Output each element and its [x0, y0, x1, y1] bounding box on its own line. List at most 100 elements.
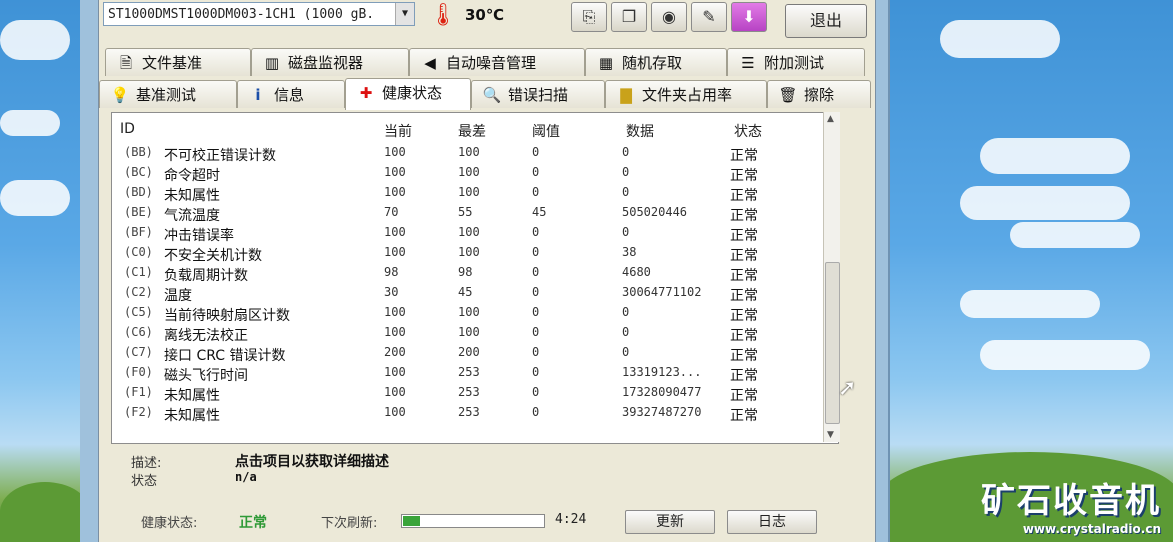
table-row[interactable]: (BF) 冲击错误率 100 100 0 0 正常: [112, 225, 812, 245]
folder-icon: ▇: [620, 86, 632, 104]
attr-id: (BC): [124, 165, 153, 179]
watermark: 矿石收音机 www.crystalradio.cn: [981, 473, 1161, 536]
attr-status: 正常: [730, 348, 758, 364]
next-refresh-label: 下次刷新:: [321, 516, 378, 531]
attr-data: 13319123...: [622, 365, 702, 379]
attr-threshold: 45: [532, 205, 547, 219]
attr-status: 正常: [730, 268, 758, 284]
attr-worst: 55: [458, 205, 473, 219]
attr-status: 正常: [730, 388, 758, 404]
attr-data: 17328090477: [622, 385, 702, 399]
table-row[interactable]: (C0) 不安全关机计数 100 100 0 38 正常: [112, 245, 812, 265]
options-icon[interactable]: ✎: [691, 2, 727, 32]
attr-id: (F1): [124, 385, 153, 399]
attr-status: 正常: [730, 228, 758, 244]
camera-icon[interactable]: ◉: [651, 2, 687, 32]
table-row[interactable]: (C7) 接口 CRC 错误计数 200 200 0 0 正常: [112, 345, 812, 365]
attr-current: 100: [384, 305, 406, 319]
table-row[interactable]: (BD) 未知属性 100 100 0 0 正常: [112, 185, 812, 205]
tab-benchmark[interactable]: 💡 基准测试: [99, 80, 237, 108]
attr-current: 30: [384, 285, 399, 299]
copy-all-icon[interactable]: ❐: [611, 2, 647, 32]
table-row[interactable]: (F0) 磁头飞行时间 100 253 0 13319123... 正常: [112, 365, 812, 385]
attr-data: 0: [622, 225, 630, 239]
attr-name: 不可校正错误计数: [164, 148, 276, 164]
attr-threshold: 0: [532, 325, 540, 339]
attr-worst: 253: [458, 365, 480, 379]
attr-status: 正常: [730, 408, 758, 424]
copy-icon[interactable]: ⎘: [571, 2, 607, 32]
table-row[interactable]: (C6) 离线无法校正 100 100 0 0 正常: [112, 325, 812, 345]
attr-threshold: 0: [532, 165, 540, 179]
attr-name: 接口 CRC 错误计数: [164, 348, 286, 364]
attr-name: 气流温度: [164, 208, 220, 224]
column-header-id[interactable]: ID: [120, 121, 135, 137]
column-header-threshold[interactable]: 阈值: [532, 121, 560, 141]
tab-disk-monitor[interactable]: ▥ 磁盘监视器: [251, 48, 409, 76]
drive-select[interactable]: ST1000DMST1000DM003-1CH1 (1000 gB. ▼: [103, 2, 415, 26]
attr-threshold: 0: [532, 405, 540, 419]
tab-health[interactable]: ✚ 健康状态: [345, 78, 471, 110]
log-button[interactable]: 日志: [727, 510, 817, 534]
column-header-data[interactable]: 数据: [626, 121, 654, 141]
tab-label: 附加测试: [764, 54, 825, 72]
attr-current: 98: [384, 265, 399, 279]
attr-id: (BF): [124, 225, 153, 239]
cloud: [980, 138, 1130, 174]
speaker-icon: ◀: [424, 54, 436, 72]
table-row[interactable]: (C2) 温度 30 45 0 30064771102 正常: [112, 285, 812, 305]
download-icon[interactable]: ⬇: [731, 2, 767, 32]
attr-worst: 100: [458, 305, 480, 319]
chevron-down-icon[interactable]: ▼: [395, 3, 414, 25]
attr-current: 100: [384, 245, 406, 259]
column-header-worst[interactable]: 最差: [458, 121, 486, 141]
attr-worst: 200: [458, 345, 480, 359]
cloud: [980, 340, 1150, 370]
attr-threshold: 0: [532, 145, 540, 159]
tab-error-scan[interactable]: 🔍 错误扫描: [471, 80, 605, 108]
attr-current: 100: [384, 325, 406, 339]
tab-erase[interactable]: 🗑 擦除: [767, 80, 871, 108]
column-header-current[interactable]: 当前: [384, 121, 412, 141]
tab-folder-usage[interactable]: ▇ 文件夹占用率: [605, 80, 767, 108]
scroll-up-icon[interactable]: ▲: [827, 114, 834, 124]
temperature-readout: 30℃: [465, 6, 505, 24]
tab-file-benchmark[interactable]: 🗎 文件基准: [105, 48, 251, 76]
table-row[interactable]: (C5) 当前待映射扇区计数 100 100 0 0 正常: [112, 305, 812, 325]
mouse-cursor-icon: ➚: [838, 376, 857, 401]
table-row[interactable]: (BC) 命令超时 100 100 0 0 正常: [112, 165, 812, 185]
attr-current: 70: [384, 205, 399, 219]
status-label: 状态: [131, 474, 158, 489]
tab-random-access[interactable]: ▦ 随机存取: [585, 48, 727, 76]
attr-threshold: 0: [532, 185, 540, 199]
magnifier-icon: 🔍: [482, 86, 502, 104]
table-row[interactable]: (C1) 负载周期计数 98 98 0 4680 正常: [112, 265, 812, 285]
tab-aam[interactable]: ◀ 自动噪音管理: [409, 48, 585, 76]
attr-data: 0: [622, 165, 630, 179]
info-icon: i: [255, 86, 261, 104]
attr-data: 0: [622, 145, 630, 159]
table-row[interactable]: (BB) 不可校正错误计数 100 100 0 0 正常: [112, 145, 812, 165]
attr-name: 负载周期计数: [164, 268, 248, 284]
attr-current: 200: [384, 345, 406, 359]
attr-worst: 98: [458, 265, 473, 279]
cloud: [0, 20, 70, 60]
attr-data: 505020446: [622, 205, 688, 219]
health-status-value: 正常: [239, 515, 267, 531]
tab-info[interactable]: i 信息: [237, 80, 345, 108]
scroll-down-icon[interactable]: ▼: [827, 430, 834, 440]
tab-extra-tests[interactable]: ☰ 附加测试: [727, 48, 865, 76]
attr-data: 4680: [622, 265, 651, 279]
exit-button[interactable]: 退出: [785, 4, 867, 38]
table-row[interactable]: (F1) 未知属性 100 253 0 17328090477 正常: [112, 385, 812, 405]
column-header-status[interactable]: 状态: [734, 121, 762, 141]
refresh-progress-bar: [401, 514, 545, 528]
watermark-url: www.crystalradio.cn: [1022, 522, 1161, 536]
tab-label: 信息: [274, 86, 305, 104]
attr-data: 39327487270: [622, 405, 702, 419]
attr-data: 0: [622, 305, 630, 319]
attr-status: 正常: [730, 208, 758, 224]
refresh-button[interactable]: 更新: [625, 510, 715, 534]
table-row[interactable]: (BE) 气流温度 70 55 45 505020446 正常: [112, 205, 812, 225]
table-row[interactable]: (F2) 未知属性 100 253 0 39327487270 正常: [112, 405, 812, 425]
